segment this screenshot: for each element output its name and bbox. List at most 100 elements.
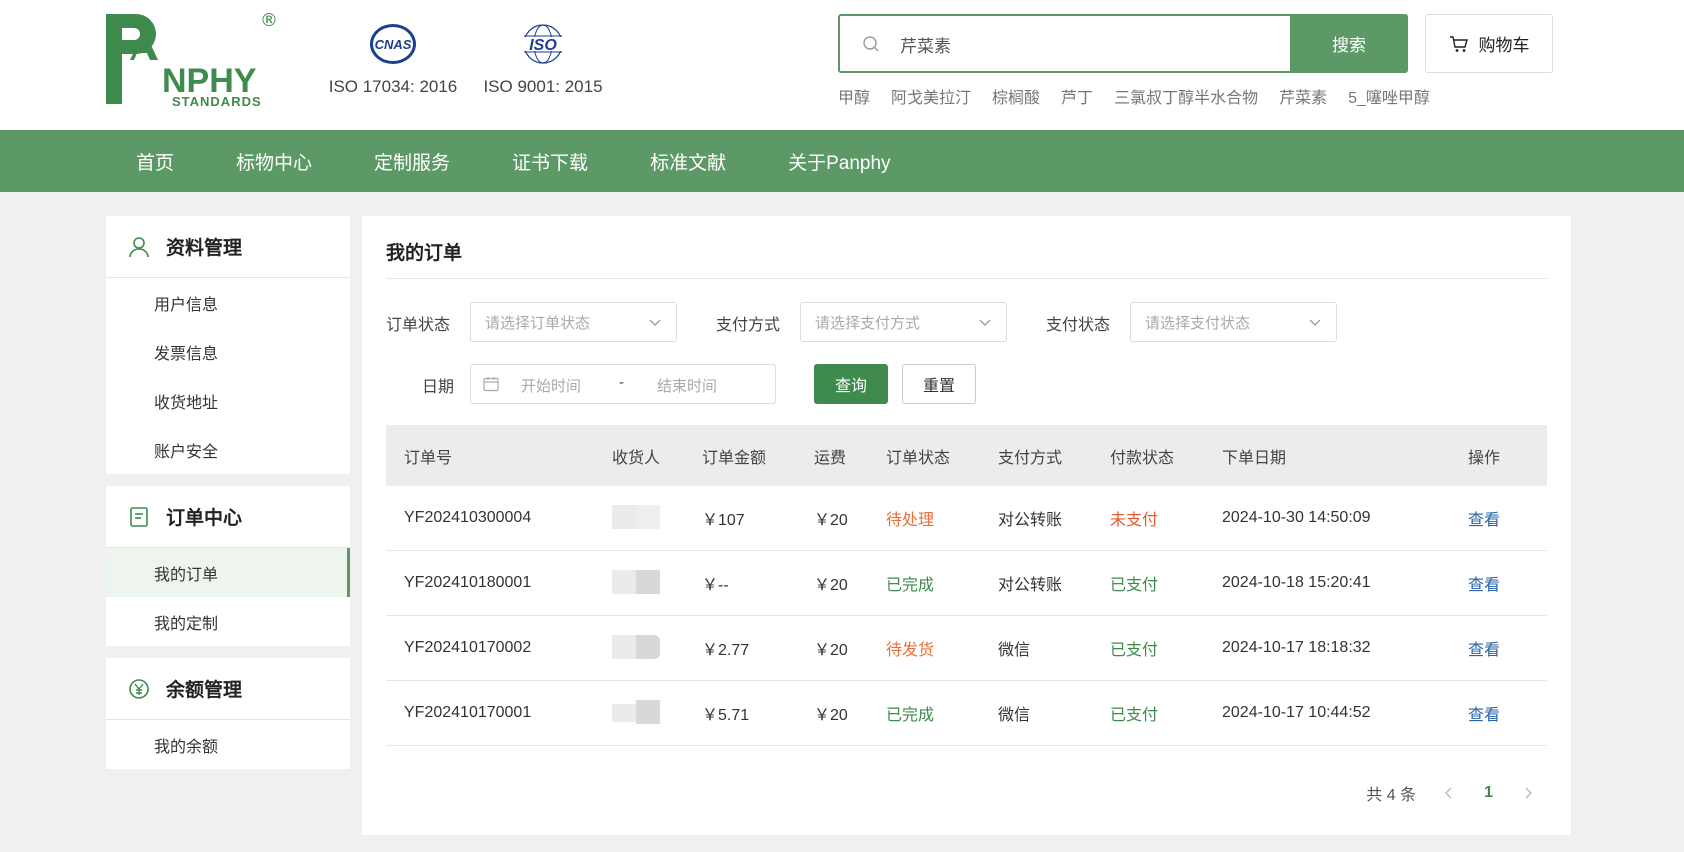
date-range-picker[interactable]: 开始时间 - 结束时间 <box>470 364 776 404</box>
svg-text:CNAS: CNAS <box>375 37 412 52</box>
pay-status-label: 支付状态 <box>1046 317 1111 334</box>
document-icon <box>130 506 148 527</box>
search-box: 搜索 <box>838 14 1408 73</box>
order-amount: ￥107 <box>702 512 745 529</box>
pagination-total: 共 4 条 <box>1366 787 1417 804</box>
chevron-down-icon <box>1309 319 1321 326</box>
pay-method: 微信 <box>998 707 1031 724</box>
order-status: 已完成 <box>886 707 935 724</box>
sidebar-item-my-orders[interactable]: 我的订单 <box>106 548 350 597</box>
query-button[interactable]: 查询 <box>814 364 888 404</box>
nav-about[interactable]: 关于Panphy <box>788 148 890 175</box>
chevron-down-icon <box>649 319 661 326</box>
pay-status: 未支付 <box>1110 512 1159 529</box>
hot-word[interactable]: 芹菜素 <box>1279 84 1327 108</box>
table-header: 订单号 收货人 订单金额 运费 订单状态 支付方式 付款状态 下单日期 操作 <box>386 425 1547 486</box>
cnas-logo-icon: CNAS <box>370 24 416 64</box>
cart-icon <box>1449 35 1468 52</box>
iso-logo-icon: ISO <box>523 24 563 64</box>
receiver-blurred <box>612 616 660 680</box>
nav-standard-docs[interactable]: 标准文献 <box>650 148 726 175</box>
orders-panel: 我的订单 订单状态 请选择订单状态 支付方式 请选择支付方式 支付状态 请选择支… <box>362 216 1571 835</box>
search-input[interactable] <box>900 26 1280 62</box>
order-date: 2024-10-30 14:50:09 <box>1222 509 1371 526</box>
orders-table: 订单号 收货人 订单金额 运费 订单状态 支付方式 付款状态 下单日期 操作 Y… <box>386 425 1547 746</box>
page-number-current[interactable]: 1 <box>1484 784 1493 802</box>
pay-method-label: 支付方式 <box>716 317 781 334</box>
title-divider <box>386 278 1547 279</box>
user-icon <box>129 236 149 257</box>
next-page-icon[interactable] <box>1521 786 1535 800</box>
view-link[interactable]: 查看 <box>1468 486 1500 550</box>
order-status: 待发货 <box>886 642 935 659</box>
search-button[interactable]: 搜索 <box>1290 14 1408 73</box>
col-header: 订单金额 <box>702 449 767 467</box>
sidebar-group-balance: 余额管理 我的余额 <box>106 658 350 769</box>
date-start-input[interactable]: 开始时间 <box>521 375 581 396</box>
sidebar-item-my-custom[interactable]: 我的定制 <box>106 597 350 646</box>
reset-button[interactable]: 重置 <box>902 364 976 404</box>
shipping-fee: ￥20 <box>814 512 848 529</box>
nav-standards-center[interactable]: 标物中心 <box>236 148 312 175</box>
cart-button[interactable]: 购物车 <box>1425 14 1553 73</box>
sidebar-group-orders: 订单中心 我的订单 我的定制 <box>106 486 350 646</box>
cnas-cert-label: ISO 17034: 2016 <box>328 77 458 96</box>
sidebar-item-my-balance[interactable]: 我的余额 <box>106 720 350 769</box>
order-date: 2024-10-17 18:18:32 <box>1222 639 1371 656</box>
shipping-fee: ￥20 <box>814 707 848 724</box>
order-amount: ￥2.77 <box>702 642 750 659</box>
order-status-select[interactable]: 请选择订单状态 <box>470 302 677 342</box>
date-end-input[interactable]: 结束时间 <box>657 375 717 396</box>
page-title: 我的订单 <box>386 243 463 264</box>
order-amount: ￥-- <box>702 577 729 594</box>
sidebar-group-title: 订单中心 <box>106 486 350 548</box>
col-header: 运费 <box>814 449 847 467</box>
prev-page-icon[interactable] <box>1442 786 1456 800</box>
nav-certificate-download[interactable]: 证书下载 <box>512 148 588 175</box>
hot-word[interactable]: 三氯叔丁醇半水合物 <box>1114 84 1258 108</box>
sidebar-item-account-security[interactable]: 账户安全 <box>106 425 350 474</box>
col-header: 付款状态 <box>1110 449 1175 467</box>
pay-method: 微信 <box>998 642 1031 659</box>
hot-search-words: 甲醇 阿戈美拉汀 棕榈酸 芦丁 三氯叔丁醇半水合物 芹菜素 5_噻唑甲醇 <box>838 84 1451 108</box>
panphy-logo[interactable]: NPHY STANDARDS <box>104 12 284 108</box>
order-number: YF202410170002 <box>404 639 532 656</box>
sidebar-group-profile: 资料管理 用户信息 发票信息 收货地址 账户安全 <box>106 216 350 474</box>
hot-word[interactable]: 棕榈酸 <box>992 84 1040 108</box>
sidebar-group-title: 余额管理 <box>106 658 350 720</box>
hot-word[interactable]: 芦丁 <box>1061 84 1093 108</box>
sidebar-item-invoice-info[interactable]: 发票信息 <box>106 327 350 376</box>
registered-mark: ® <box>260 10 278 31</box>
sidebar-item-shipping-address[interactable]: 收货地址 <box>106 376 350 425</box>
order-number: YF202410170001 <box>404 704 532 721</box>
sidebar-group-title: 资料管理 <box>106 216 350 278</box>
table-row: YF202410300004 ￥107 ￥20 待处理 对公转账 未支付 202… <box>386 486 1547 551</box>
col-header: 收货人 <box>612 449 661 467</box>
order-status: 待处理 <box>886 512 935 529</box>
hot-word[interactable]: 阿戈美拉汀 <box>891 84 971 108</box>
hot-word[interactable]: 5_噻唑甲醇 <box>1348 84 1430 108</box>
date-separator: - <box>619 374 624 391</box>
chevron-down-icon <box>979 319 991 326</box>
order-status-label: 订单状态 <box>386 317 451 334</box>
order-number: YF202410300004 <box>404 509 532 526</box>
cart-label: 购物车 <box>1478 36 1530 55</box>
svg-text:STANDARDS: STANDARDS <box>172 94 262 108</box>
order-date: 2024-10-18 15:20:41 <box>1222 574 1371 591</box>
nav-custom-service[interactable]: 定制服务 <box>374 148 450 175</box>
table-row: YF202410180001 ￥-- ￥20 已完成 对公转账 已支付 2024… <box>386 551 1547 616</box>
hot-word[interactable]: 甲醇 <box>838 84 870 108</box>
search-icon <box>863 36 879 52</box>
view-link[interactable]: 查看 <box>1468 681 1500 745</box>
pay-method-select[interactable]: 请选择支付方式 <box>800 302 1007 342</box>
yen-icon <box>129 678 149 699</box>
svg-text:ISO: ISO <box>529 37 557 54</box>
nav-home[interactable]: 首页 <box>136 148 174 175</box>
calendar-icon <box>483 377 499 392</box>
sidebar-item-user-info[interactable]: 用户信息 <box>106 278 350 327</box>
pay-status-select[interactable]: 请选择支付状态 <box>1130 302 1337 342</box>
view-link[interactable]: 查看 <box>1468 551 1500 615</box>
view-link[interactable]: 查看 <box>1468 616 1500 680</box>
receiver-blurred <box>612 681 660 745</box>
order-date: 2024-10-17 10:44:52 <box>1222 704 1371 721</box>
